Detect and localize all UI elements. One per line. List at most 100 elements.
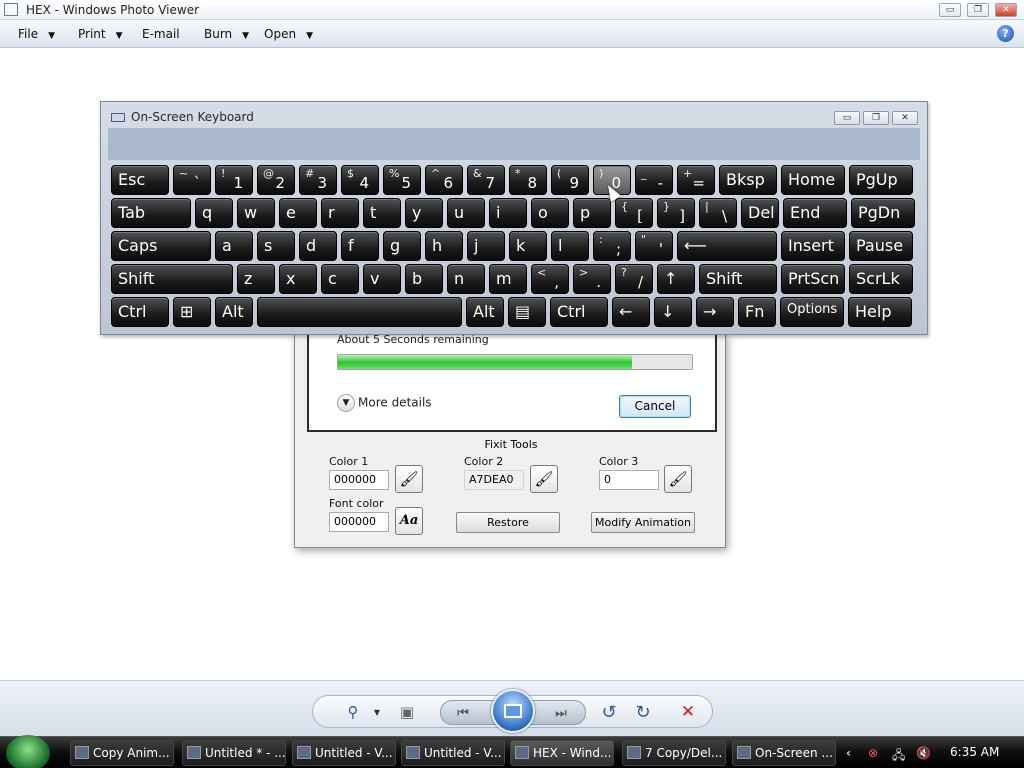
color2-input[interactable]: A7DEA0 — [464, 470, 524, 490]
delete-icon[interactable]: ✕ — [674, 696, 702, 729]
key-a[interactable]: a — [215, 231, 253, 261]
key-9[interactable]: (9 — [551, 165, 589, 195]
rotate-counterclockwise-icon[interactable]: ↺ — [595, 696, 623, 729]
key-1[interactable]: ! 1 — [215, 165, 253, 195]
key-symbol[interactable]: → — [696, 297, 734, 327]
key-s[interactable]: s — [257, 231, 295, 261]
key-symbol[interactable]: " ' — [635, 231, 673, 261]
osk-close-button[interactable]: ✕ — [892, 111, 918, 125]
font-color-input[interactable]: 000000 — [329, 512, 389, 532]
key-7[interactable]: & 7 — [467, 165, 505, 195]
key-Bksp[interactable]: Bksp — [719, 165, 777, 195]
key-ScrLk[interactable]: ScrLk — [849, 264, 913, 294]
key-Options[interactable]: Options — [780, 297, 844, 327]
key-m[interactable]: m — [489, 264, 527, 294]
security-alert-icon[interactable]: ⊗ — [868, 746, 878, 760]
cancel-button[interactable]: Cancel — [619, 395, 691, 418]
clock[interactable]: 6:35 AM — [950, 745, 999, 759]
color2-picker-button[interactable]: 🖌 — [530, 465, 558, 493]
close-button[interactable]: ✕ — [995, 3, 1017, 17]
key-Fn[interactable]: Fn — [738, 297, 776, 327]
menu-email[interactable]: E-mail — [142, 27, 180, 41]
key-Shift[interactable]: Shift — [699, 264, 777, 294]
key-f[interactable]: f — [341, 231, 379, 261]
rotate-clockwise-icon[interactable]: ↻ — [629, 696, 657, 729]
key-Ctrl[interactable]: Ctrl — [111, 297, 169, 327]
key-Del[interactable]: Del — [741, 198, 779, 228]
key-PrtScn[interactable]: PrtScn — [781, 264, 845, 294]
key-symbol[interactable]: :; — [593, 231, 631, 261]
color1-picker-button[interactable]: 🖌 — [395, 465, 423, 493]
start-button[interactable] — [6, 735, 50, 768]
key-symbol[interactable]: ← — [612, 297, 650, 327]
help-icon[interactable]: ? — [997, 25, 1014, 42]
key-Esc[interactable]: Esc — [111, 165, 169, 195]
key-n[interactable]: n — [447, 264, 485, 294]
key-symbol[interactable]: ? / — [615, 264, 653, 294]
modify-animation-button[interactable]: Modify Animation — [591, 512, 695, 533]
key-b[interactable]: b — [405, 264, 443, 294]
key-g[interactable]: g — [383, 231, 421, 261]
key-symbol[interactable]: ~ ` — [173, 165, 211, 195]
key-p[interactable]: p — [573, 198, 611, 228]
key-3[interactable]: #3 — [299, 165, 337, 195]
key-j[interactable]: j — [467, 231, 505, 261]
key-h[interactable]: h — [425, 231, 463, 261]
key-Help[interactable]: Help — [848, 297, 912, 327]
key-5[interactable]: % 5 — [383, 165, 421, 195]
key-symbol[interactable]: ↑ — [657, 264, 695, 294]
key-w[interactable]: w — [237, 198, 275, 228]
key-c[interactable]: c — [321, 264, 359, 294]
key-symbol[interactable]: | \ — [699, 198, 737, 228]
color3-picker-button[interactable]: 🖌 — [664, 465, 692, 493]
osk-maximize-button[interactable]: ❐ — [863, 111, 889, 125]
key-Tab[interactable]: Tab — [111, 198, 191, 228]
key-symbol[interactable]: {[ — [615, 198, 653, 228]
key-Alt[interactable]: Alt — [466, 297, 504, 327]
color1-input[interactable]: 000000 — [329, 470, 389, 490]
key-2[interactable]: @2 — [257, 165, 295, 195]
taskbar-button[interactable]: Untitled * - ... — [182, 740, 286, 766]
taskbar-button[interactable]: On-Screen ... — [732, 740, 836, 766]
taskbar-button[interactable]: Untitled - V... — [292, 740, 396, 766]
key-k[interactable]: k — [509, 231, 547, 261]
key-symbol[interactable]: ▤ — [508, 297, 546, 327]
show-hidden-icons-icon[interactable]: ‹ — [846, 746, 851, 760]
key-space[interactable] — [257, 297, 462, 327]
network-icon[interactable]: 🖧 — [892, 746, 905, 767]
key-Home[interactable]: Home — [781, 165, 845, 195]
taskbar-button[interactable]: HEX - Wind... — [510, 740, 614, 766]
previous-icon[interactable]: ⏮ — [449, 697, 477, 730]
key-v[interactable]: v — [363, 264, 401, 294]
key-Ctrl[interactable]: Ctrl — [550, 297, 608, 327]
key-End[interactable]: End — [783, 198, 847, 228]
taskbar-button[interactable]: Copy Anim... — [70, 740, 174, 766]
color3-input[interactable]: 0 — [599, 470, 659, 490]
taskbar-button[interactable]: 7 Copy/Del... — [622, 740, 726, 766]
minimize-button[interactable]: ▭ — [939, 3, 961, 17]
key-symbol[interactable]: _ - — [635, 165, 673, 195]
key-d[interactable]: d — [299, 231, 337, 261]
key-symbol[interactable]: }] — [657, 198, 695, 228]
key-symbol[interactable]: ⊞ — [173, 297, 211, 327]
key-4[interactable]: $4 — [341, 165, 379, 195]
key-Insert[interactable]: Insert — [781, 231, 845, 261]
chevron-down-icon[interactable]: ▼ — [363, 696, 391, 729]
key-z[interactable]: z — [237, 264, 275, 294]
key-i[interactable]: i — [489, 198, 527, 228]
key-6[interactable]: ^ 6 — [425, 165, 463, 195]
restore-button[interactable]: Restore — [456, 512, 560, 533]
key-r[interactable]: r — [321, 198, 359, 228]
key-u[interactable]: u — [447, 198, 485, 228]
key-Alt[interactable]: Alt — [215, 297, 253, 327]
key-symbol[interactable]: >. — [573, 264, 611, 294]
key-q[interactable]: q — [195, 198, 233, 228]
key-Caps[interactable]: Caps — [111, 231, 211, 261]
slideshow-button[interactable] — [491, 689, 535, 733]
key-t[interactable]: t — [363, 198, 401, 228]
menu-file[interactable]: File ▼ — [18, 27, 55, 41]
key-Pause[interactable]: Pause — [849, 231, 913, 261]
next-icon[interactable]: ⏭ — [547, 697, 575, 730]
maximize-button[interactable]: ❐ — [967, 3, 989, 17]
key-y[interactable]: y — [405, 198, 443, 228]
